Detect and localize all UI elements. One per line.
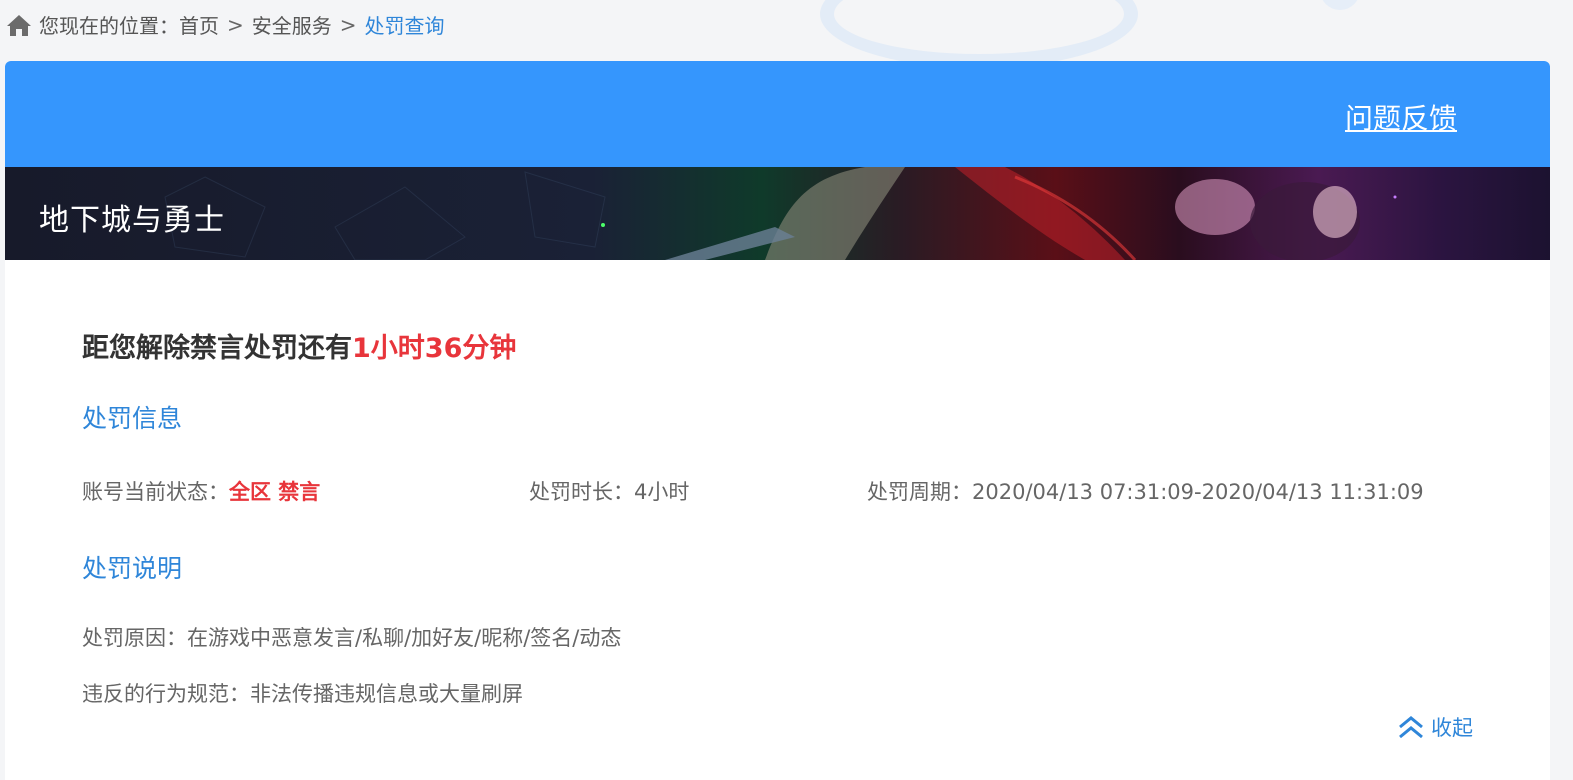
breadcrumb-current: 处罚查询: [364, 14, 445, 38]
penalty-card: 问题反馈 地下城与勇士 距您解除禁言处罚还有1小时36分钟 处罚信息 账号当前状…: [5, 61, 1550, 780]
period-value: 2020/04/13 07:31:09-2020/04/13 11:31:09: [972, 480, 1424, 504]
breadcrumb: 您现在的位置： 首页 > 安全服务 > 处罚查询: [6, 10, 445, 39]
status-label: 账号当前状态：: [82, 480, 229, 504]
game-title: 地下城与勇士: [39, 203, 225, 238]
double-chevron-up-icon: [1399, 716, 1423, 739]
breadcrumb-prefix: 您现在的位置：: [39, 14, 179, 38]
collapse-label: 收起: [1431, 716, 1473, 740]
feedback-link[interactable]: 问题反馈: [1345, 97, 1457, 137]
penalty-info-title: 处罚信息: [82, 404, 183, 433]
period-label: 处罚周期：: [867, 480, 972, 504]
countdown-message: 距您解除禁言处罚还有1小时36分钟: [82, 326, 516, 365]
banner-artwork: [164, 167, 1397, 260]
duration-label: 处罚时长：: [529, 480, 634, 504]
breadcrumb-separator: >: [227, 12, 244, 37]
rule-value: 非法传播违规信息或大量刷屏: [250, 682, 523, 706]
background-decoration: [820, 0, 1138, 68]
header-bar: 问题反馈: [5, 61, 1550, 167]
status-value: 全区 禁言: [229, 480, 321, 504]
violated-rule: 违反的行为规范：非法传播违规信息或大量刷屏: [82, 678, 523, 708]
breadcrumb-separator: >: [339, 12, 357, 37]
penalty-duration: 处罚时长：4小时: [529, 476, 689, 506]
duration-value: 4小时: [634, 480, 690, 504]
countdown-remaining: 1小时36分钟: [352, 333, 517, 364]
breadcrumb-home-link[interactable]: 首页: [179, 10, 219, 39]
reason-value: 在游戏中恶意发言/私聊/加好友/昵称/签名/动态: [187, 626, 622, 650]
penalty-desc-title: 处罚说明: [82, 554, 183, 583]
penalty-reason: 处罚原因：在游戏中恶意发言/私聊/加好友/昵称/签名/动态: [82, 622, 621, 652]
breadcrumb-security-link[interactable]: 安全服务: [252, 10, 332, 39]
background-decoration: [1320, 0, 1360, 10]
reason-label: 处罚原因：: [82, 626, 187, 650]
game-banner: 地下城与勇士: [5, 167, 1550, 260]
home-icon[interactable]: [6, 13, 32, 37]
rule-label: 违反的行为规范：: [82, 682, 250, 706]
penalty-period: 处罚周期：2020/04/13 07:31:09-2020/04/13 11:3…: [867, 476, 1424, 506]
account-status: 账号当前状态：全区 禁言: [82, 476, 320, 506]
countdown-prefix: 距您解除禁言处罚还有: [82, 333, 352, 364]
collapse-button[interactable]: 收起: [1397, 712, 1473, 742]
